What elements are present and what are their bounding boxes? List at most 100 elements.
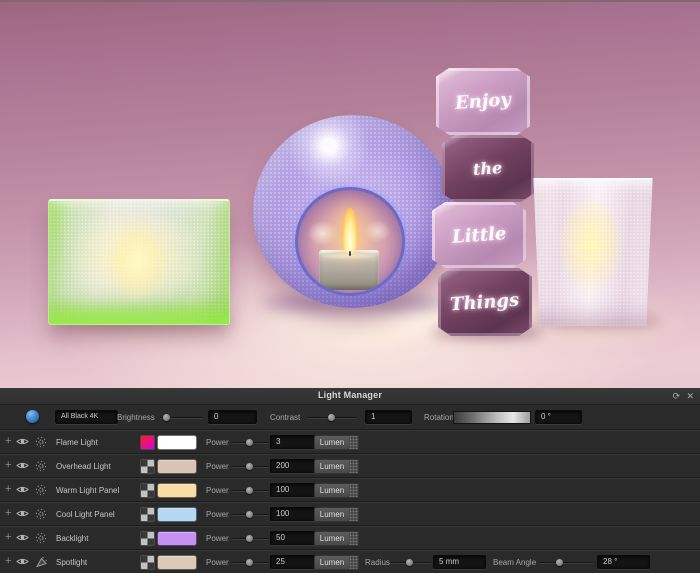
power-slider[interactable] [232, 442, 268, 443]
brightness-slider[interactable] [160, 417, 202, 418]
light-name[interactable]: Backlight [56, 534, 88, 543]
radius-value[interactable]: 5 mm [433, 555, 486, 569]
beam-angle-value[interactable]: 28 ° [597, 555, 650, 569]
environment-preset-field[interactable]: All Black 4K [55, 410, 118, 424]
unit-dropdown[interactable]: Lumen [314, 483, 350, 498]
add-icon[interactable]: + [5, 459, 11, 472]
texture-swatch[interactable] [140, 507, 155, 522]
panel-titlebar[interactable]: Light Manager ⟳ ✕ [0, 388, 700, 405]
light-name[interactable]: Warm Light Panel [56, 486, 119, 495]
rotation-value[interactable]: 0 ° [535, 410, 582, 424]
light-row-cool: + Cool Light Panel Power 100 Lumen [0, 501, 700, 525]
sphere-opening [295, 187, 405, 296]
power-label: Power [206, 486, 229, 495]
cube-base-glow [49, 300, 229, 324]
color-swatch[interactable] [157, 507, 197, 522]
add-icon[interactable]: + [5, 483, 11, 496]
contrast-value[interactable]: 1 [365, 410, 412, 424]
texture-swatch[interactable] [140, 555, 155, 570]
add-icon[interactable]: + [5, 555, 11, 568]
gradient-swatch[interactable] [140, 435, 155, 450]
light-row-backlight: + Backlight Power 50 Lumen [0, 525, 700, 549]
power-label: Power [206, 462, 229, 471]
close-icon[interactable]: ✕ [686, 390, 694, 402]
render-viewport[interactable]: Enjoy the Little Things [0, 0, 700, 391]
texture-swatch[interactable] [140, 483, 155, 498]
undock-icon[interactable]: ⟳ [672, 390, 680, 402]
power-label: Power [206, 534, 229, 543]
unit-dropdown-grip[interactable] [349, 435, 359, 450]
color-swatch[interactable] [157, 483, 197, 498]
unit-dropdown[interactable]: Lumen [314, 507, 350, 522]
crystal-cube-things: Things [438, 268, 532, 336]
contrast-label: Contrast [270, 413, 300, 422]
candle-wick [349, 251, 351, 256]
purple-glass-sphere [253, 115, 453, 308]
power-value[interactable]: 100 [270, 483, 318, 497]
power-slider[interactable] [232, 538, 268, 539]
power-slider[interactable] [232, 466, 268, 467]
radius-label: Radius [365, 558, 390, 567]
green-glass-cube [48, 199, 230, 325]
beam-angle-slider[interactable] [540, 562, 593, 563]
texture-swatch[interactable] [140, 459, 155, 474]
power-label: Power [206, 558, 229, 567]
power-value[interactable]: 3 [270, 435, 318, 449]
add-icon[interactable]: + [5, 507, 11, 520]
texture-swatch[interactable] [140, 531, 155, 546]
color-swatch[interactable] [157, 555, 197, 570]
light-row-flame: + Flame Light Power 3 Lumen [0, 429, 700, 453]
global-settings-row: All Black 4K Brightness 0 Contrast 1 Rot… [0, 405, 700, 429]
light-row-overhead: + Overhead Light Power 200 Lumen [0, 453, 700, 477]
power-slider[interactable] [232, 562, 268, 563]
light-name[interactable]: Overhead Light [56, 462, 111, 471]
power-slider[interactable] [232, 514, 268, 515]
power-value[interactable]: 200 [270, 459, 318, 473]
rotation-label: Rotation [424, 413, 454, 422]
light-name[interactable]: Cool Light Panel [56, 510, 115, 519]
unit-dropdown[interactable]: Lumen [314, 531, 350, 546]
frosted-glass-cup [531, 178, 655, 326]
unit-dropdown-grip[interactable] [349, 531, 359, 546]
brightness-label: Brightness [117, 413, 155, 422]
unit-dropdown[interactable]: Lumen [314, 555, 350, 570]
cube-word: Little [451, 223, 507, 248]
preview-sphere-icon[interactable] [26, 410, 39, 423]
power-label: Power [206, 438, 229, 447]
radius-slider[interactable] [391, 562, 431, 563]
color-swatch[interactable] [157, 459, 197, 474]
crystal-cube-little: Little [432, 202, 526, 268]
panel-title: Light Manager [0, 390, 700, 400]
unit-dropdown-grip[interactable] [349, 507, 359, 522]
cube-candle-glow [107, 221, 169, 303]
rotation-gradient-slider[interactable] [453, 411, 531, 424]
power-value[interactable]: 100 [270, 507, 318, 521]
unit-dropdown-grip[interactable] [349, 483, 359, 498]
power-value[interactable]: 25 [270, 555, 318, 569]
tealight-candle [319, 250, 379, 290]
power-value[interactable]: 50 [270, 531, 318, 545]
brightness-value[interactable]: 0 [208, 410, 257, 424]
color-swatch[interactable] [157, 435, 197, 450]
cube-word: the [473, 158, 503, 179]
light-name[interactable]: Flame Light [56, 438, 98, 447]
add-icon[interactable]: + [5, 531, 11, 544]
unit-dropdown[interactable]: Lumen [314, 435, 350, 450]
light-row-warm: + Warm Light Panel Power 100 Lumen [0, 477, 700, 501]
light-manager-panel: Light Manager ⟳ ✕ All Black 4K Brightnes… [0, 388, 700, 573]
crystal-cube-enjoy: Enjoy [436, 68, 530, 135]
add-icon[interactable]: + [5, 435, 11, 448]
unit-dropdown-grip[interactable] [349, 555, 359, 570]
contrast-slider[interactable] [307, 417, 357, 418]
light-row-spotlight: + Spotlight Power 25 Lumen Radius 5 mm B… [0, 549, 700, 573]
beam-angle-label: Beam Angle [493, 558, 536, 567]
cube-word: Enjoy [454, 89, 511, 114]
unit-dropdown-grip[interactable] [349, 459, 359, 474]
crystal-cube-the: the [442, 135, 534, 202]
unit-dropdown[interactable]: Lumen [314, 459, 350, 474]
light-name[interactable]: Spotlight [56, 558, 87, 567]
power-label: Power [206, 510, 229, 519]
power-slider[interactable] [232, 490, 268, 491]
cube-word: Things [450, 289, 520, 315]
color-swatch[interactable] [157, 531, 197, 546]
